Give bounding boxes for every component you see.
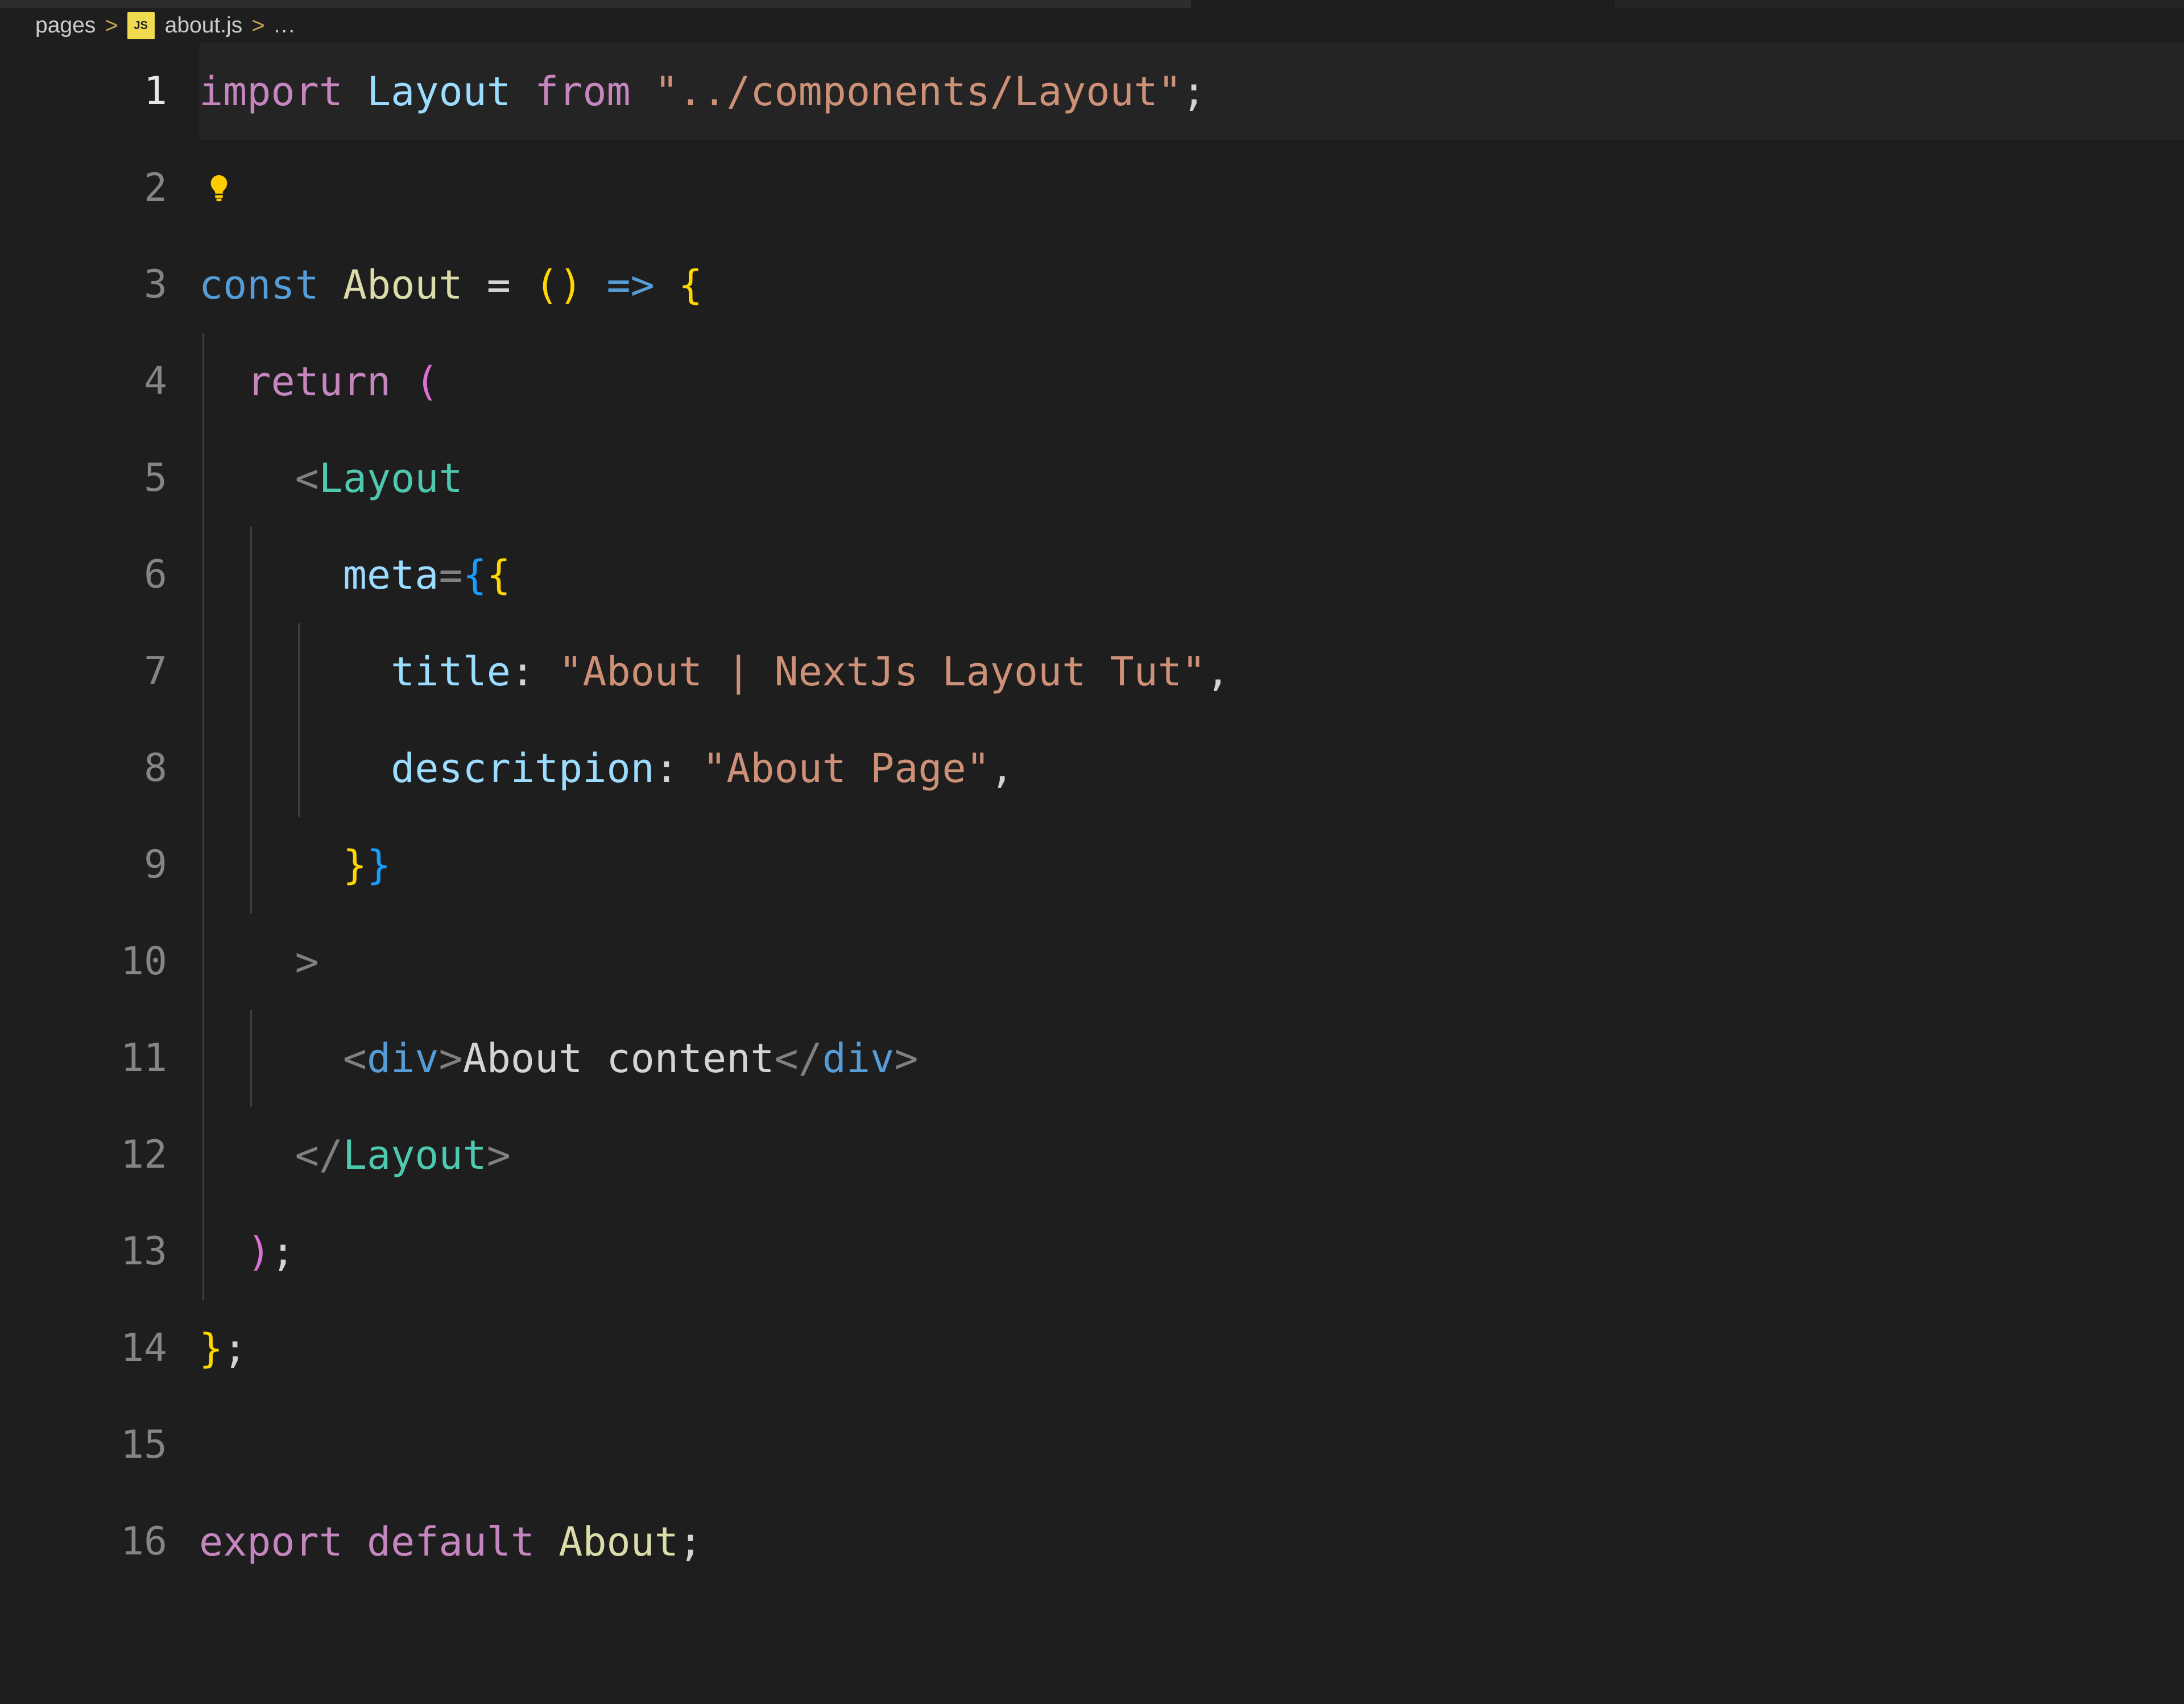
code-line-content-8[interactable]: descritpion: "About Page", [199, 720, 2184, 817]
code-line-content-15[interactable] [199, 1397, 2184, 1494]
tab-about-js[interactable] [0, 0, 1192, 8]
code-line-6[interactable]: 6 meta={{ [0, 527, 2184, 623]
line-number-14: 14 [0, 1300, 199, 1397]
code-line-1[interactable]: 1import Layout from "../components/Layou… [0, 43, 2184, 140]
line-number-10: 10 [0, 913, 199, 1010]
indent-guide [202, 817, 204, 913]
code-editor[interactable]: 1import Layout from "../components/Layou… [0, 43, 2184, 1704]
code-line-3[interactable]: 3const About = () => { [0, 237, 2184, 333]
indent-guide [298, 720, 300, 817]
indent-guide [202, 1107, 204, 1203]
code-line-content-13[interactable]: ); [199, 1203, 2184, 1300]
code-line-content-5[interactable]: <Layout [199, 430, 2184, 527]
code-text: return ( [199, 333, 439, 430]
code-line-content-2[interactable] [199, 140, 2184, 237]
indent-guide [250, 1010, 252, 1107]
line-number-3: 3 [0, 237, 199, 333]
code-line-9[interactable]: 9 }} [0, 817, 2184, 913]
indent-guide [250, 623, 252, 720]
code-text: </Layout> [199, 1107, 511, 1203]
js-file-icon: JS [127, 12, 155, 39]
line-number-7: 7 [0, 623, 199, 720]
line-number-12: 12 [0, 1107, 199, 1203]
code-line-content-16[interactable]: export default About; [199, 1494, 2184, 1590]
chevron-right-icon-2: > [251, 13, 264, 39]
breadcrumb-item-file[interactable]: about.js [165, 13, 243, 38]
code-text: <Layout [199, 430, 463, 527]
indent-guide [298, 623, 300, 720]
code-line-4[interactable]: 4 return ( [0, 333, 2184, 430]
code-text: ); [199, 1203, 295, 1300]
breadcrumb-item-folder[interactable]: pages [35, 13, 96, 38]
code-line-5[interactable]: 5 <Layout [0, 430, 2184, 527]
code-text: export default About; [199, 1494, 702, 1590]
line-number-8: 8 [0, 720, 199, 817]
code-line-15[interactable]: 15 [0, 1397, 2184, 1494]
line-number-1: 1 [0, 43, 199, 140]
code-line-10[interactable]: 10 > [0, 913, 2184, 1010]
tab-strip-right-fill [1615, 0, 2184, 8]
code-text: title: "About | NextJs Layout Tut", [199, 623, 1230, 720]
code-text: import Layout from "../components/Layout… [199, 43, 1206, 140]
line-number-4: 4 [0, 333, 199, 430]
breadcrumb[interactable]: pages > JS about.js > ... [0, 8, 2184, 43]
code-line-content-7[interactable]: title: "About | NextJs Layout Tut", [199, 623, 2184, 720]
indent-guide [250, 817, 252, 913]
line-number-11: 11 [0, 1010, 199, 1107]
code-line-13[interactable]: 13 ); [0, 1203, 2184, 1300]
line-number-15: 15 [0, 1397, 199, 1494]
code-line-content-6[interactable]: meta={{ [199, 527, 2184, 623]
code-text: <div>About content</div> [199, 1010, 918, 1107]
code-line-7[interactable]: 7 title: "About | NextJs Layout Tut", [0, 623, 2184, 720]
line-number-13: 13 [0, 1203, 199, 1300]
code-line-content-1[interactable]: import Layout from "../components/Layout… [199, 43, 2184, 140]
code-text: }} [199, 817, 391, 913]
code-text: > [199, 913, 319, 1010]
code-text: const About = () => { [199, 237, 702, 333]
indent-guide [202, 720, 204, 817]
breadcrumb-overflow-ellipsis[interactable]: ... [274, 13, 296, 38]
indent-guide [202, 1203, 204, 1300]
line-number-16: 16 [0, 1494, 199, 1590]
code-line-11[interactable]: 11 <div>About content</div> [0, 1010, 2184, 1107]
line-number-6: 6 [0, 527, 199, 623]
editor-tab-strip[interactable] [0, 0, 2184, 8]
indent-guide [250, 527, 252, 623]
indent-guide [202, 333, 204, 430]
code-line-content-3[interactable]: const About = () => { [199, 237, 2184, 333]
line-number-9: 9 [0, 817, 199, 913]
line-number-5: 5 [0, 430, 199, 527]
code-line-content-9[interactable]: }} [199, 817, 2184, 913]
code-line-content-10[interactable]: > [199, 913, 2184, 1010]
indent-guide [202, 913, 204, 1010]
line-number-2: 2 [0, 140, 199, 237]
code-line-14[interactable]: 14}; [0, 1300, 2184, 1397]
indent-guide [202, 623, 204, 720]
indent-guide [202, 1010, 204, 1107]
code-line-content-4[interactable]: return ( [199, 333, 2184, 430]
indent-guide [250, 720, 252, 817]
code-text: meta={{ [199, 527, 511, 623]
code-line-8[interactable]: 8 descritpion: "About Page", [0, 720, 2184, 817]
tab-strip-empty-area [1192, 0, 1615, 8]
chevron-right-icon-1: > [105, 13, 118, 39]
indent-guide [202, 527, 204, 623]
code-text: }; [199, 1300, 247, 1397]
code-line-content-14[interactable]: }; [199, 1300, 2184, 1397]
code-line-16[interactable]: 16export default About; [0, 1494, 2184, 1590]
lightbulb-icon[interactable] [206, 173, 232, 203]
code-line-content-11[interactable]: <div>About content</div> [199, 1010, 2184, 1107]
code-line-content-12[interactable]: </Layout> [199, 1107, 2184, 1203]
indent-guide [202, 430, 204, 527]
code-text: descritpion: "About Page", [199, 720, 1014, 817]
code-line-2[interactable]: 2 [0, 140, 2184, 237]
code-line-12[interactable]: 12 </Layout> [0, 1107, 2184, 1203]
